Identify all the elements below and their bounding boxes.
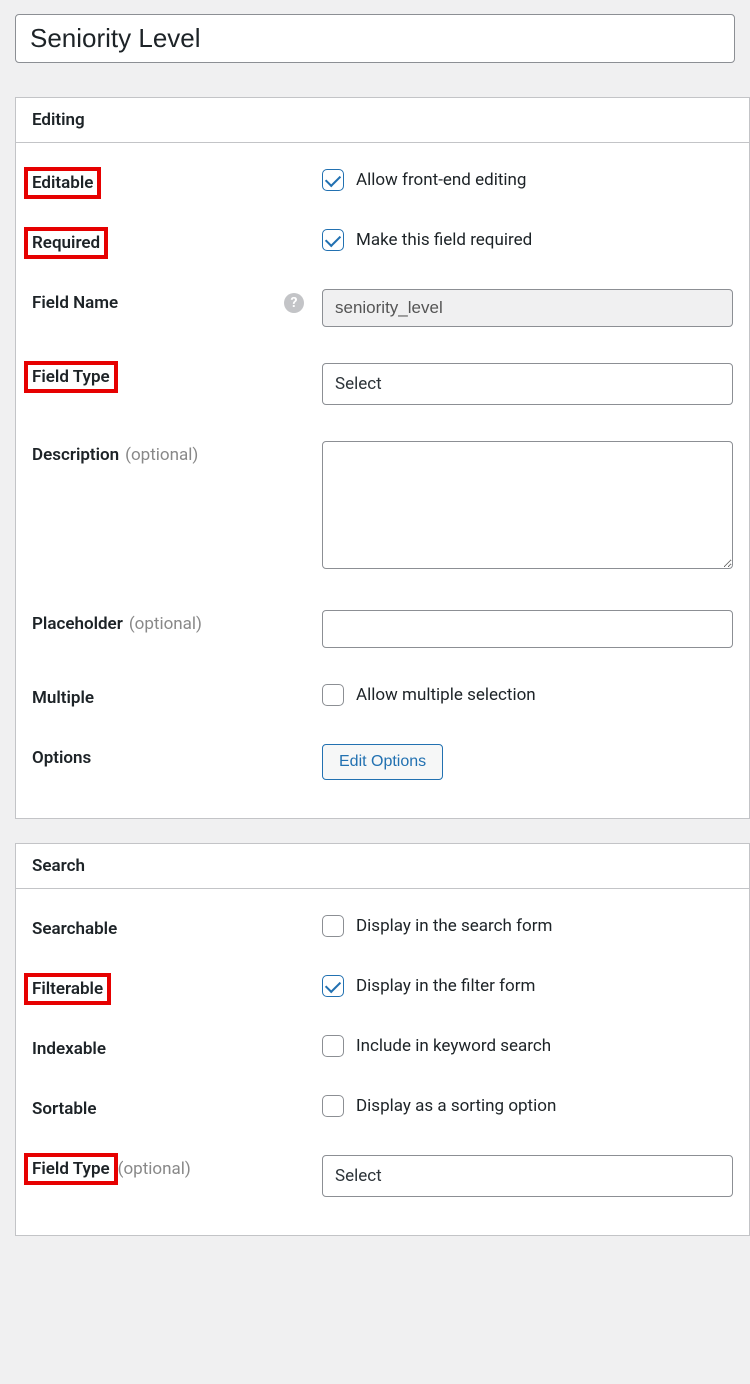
label-search-field-type: Field Type [32,1159,110,1179]
select-search-field-type[interactable]: Select [322,1155,733,1197]
search-header: Search [16,844,749,889]
checkbox-searchable[interactable] [322,915,344,937]
checkbox-multiple[interactable] [322,684,344,706]
help-icon[interactable]: ? [284,293,304,313]
row-search-field-type: Field Type (optional) Select [16,1137,749,1215]
label-multiple: Multiple [32,688,94,708]
row-indexable: Indexable Include in keyword search [16,1017,749,1077]
row-searchable: Searchable Display in the search form [16,897,749,957]
checkbox-required[interactable] [322,229,344,251]
label-field-name: Field Name [32,293,118,313]
option-required: Make this field required [356,230,532,250]
label-placeholder-optional: (optional) [129,614,202,634]
editing-header: Editing [16,98,749,143]
label-description: Description [32,445,119,465]
label-required: Required [32,233,100,253]
label-search-field-type-optional: (optional) [118,1159,191,1179]
option-indexable: Include in keyword search [356,1036,551,1056]
row-multiple: Multiple Allow multiple selection [16,666,749,726]
option-searchable: Display in the search form [356,916,552,936]
editing-panel: Editing Editable Allow front-end editing… [15,97,750,819]
label-editable: Editable [32,173,93,193]
search-panel: Search Searchable Display in the search … [15,843,750,1236]
row-filterable: Filterable Display in the filter form [16,957,749,1017]
input-field-name [322,289,733,327]
checkbox-sortable[interactable] [322,1095,344,1117]
input-placeholder[interactable] [322,610,733,648]
select-field-type[interactable]: Select [322,363,733,405]
edit-options-button[interactable]: Edit Options [322,744,443,780]
title-input[interactable] [15,14,735,63]
option-filterable: Display in the filter form [356,976,535,996]
checkbox-filterable[interactable] [322,975,344,997]
label-sortable: Sortable [32,1099,97,1119]
option-sortable: Display as a sorting option [356,1096,556,1116]
label-field-type: Field Type [32,367,110,387]
row-field-type: Field Type Select [16,345,749,423]
checkbox-editable[interactable] [322,169,344,191]
label-options: Options [32,748,91,768]
label-searchable: Searchable [32,919,117,939]
option-multiple: Allow multiple selection [356,685,536,705]
row-field-name: Field Name ? [16,271,749,345]
option-editable: Allow front-end editing [356,170,526,190]
row-sortable: Sortable Display as a sorting option [16,1077,749,1137]
row-placeholder: Placeholder (optional) [16,592,749,666]
row-options: Options Edit Options [16,726,749,798]
row-editable: Editable Allow front-end editing [16,151,749,211]
label-description-optional: (optional) [125,445,198,465]
checkbox-indexable[interactable] [322,1035,344,1057]
label-indexable: Indexable [32,1039,106,1059]
textarea-description[interactable] [322,441,733,569]
label-placeholder: Placeholder [32,614,123,634]
label-filterable: Filterable [32,979,103,999]
row-required: Required Make this field required [16,211,749,271]
row-description: Description (optional) [16,423,749,592]
